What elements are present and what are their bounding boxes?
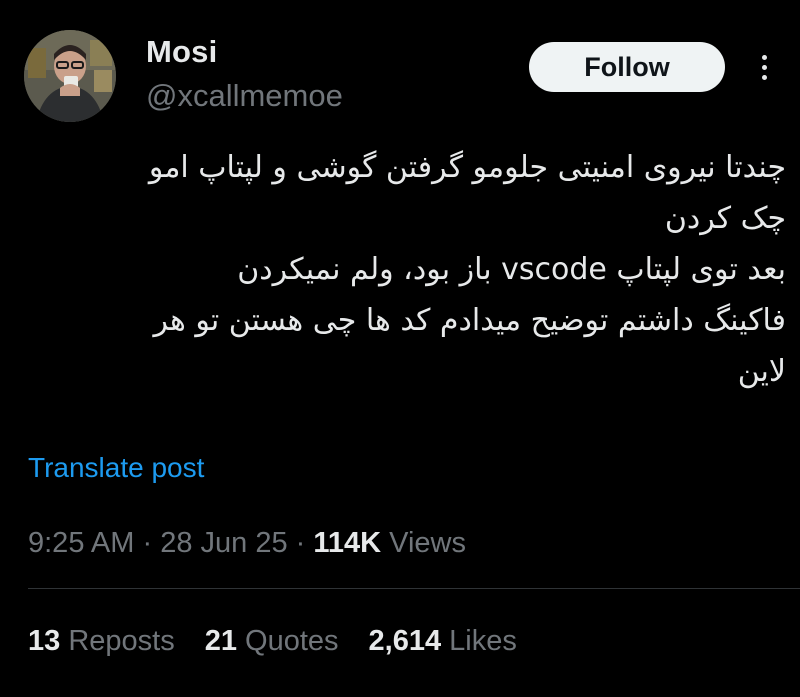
more-dot (761, 64, 767, 70)
quotes-stat[interactable]: 21 Quotes (205, 625, 339, 658)
meta-separator: · (134, 527, 161, 559)
tweet-text-line: فاکینگ داشتم توضیح میدادم کد ها چی هستن … (153, 303, 786, 338)
tweet-text: چندتا نیروی امنیتی جلومو گرفتن گوشی و لپ… (24, 142, 786, 397)
more-dot (761, 74, 767, 80)
post-date[interactable]: 28 Jun 25 (160, 527, 287, 559)
post-time[interactable]: 9:25 AM (28, 527, 134, 559)
tweet-text-line: چک کردن (664, 201, 786, 236)
likes-count: 2,614 (368, 625, 442, 657)
reposts-count: 13 (28, 625, 61, 657)
views-count[interactable]: 114K (313, 527, 381, 559)
translate-post-link[interactable]: Translate post (28, 452, 204, 484)
tweet-detail: Mosi @xcallmemoe Follow چندتا نیروی امنی… (0, 0, 800, 697)
avatar[interactable] (24, 30, 116, 122)
more-dot (761, 54, 767, 60)
user-avatar-photo-icon (24, 30, 116, 122)
quotes-count: 21 (204, 625, 237, 657)
reposts-stat[interactable]: 13 Reposts (28, 625, 175, 658)
views-label[interactable]: Views (381, 527, 466, 559)
author-display-name[interactable]: Mosi (146, 34, 217, 70)
likes-label: Likes (441, 625, 517, 657)
tweet-text-line: بعد توی لپتاپ vscode باز بود، ولم نمیکرد… (237, 252, 786, 287)
reposts-label: Reposts (60, 625, 175, 657)
tweet-text-line: لاین (737, 354, 786, 389)
tweet-text-line: چندتا نیروی امنیتی جلومو گرفتن گوشی و لپ… (148, 150, 786, 185)
likes-stat[interactable]: 2,614 Likes (369, 625, 517, 658)
more-vertical-icon[interactable] (752, 47, 776, 87)
meta-separator: · (287, 527, 314, 559)
follow-button[interactable]: Follow (529, 42, 725, 92)
engagement-stats: 13 Reposts 21 Quotes 2,614 Likes (28, 625, 517, 658)
divider (28, 588, 800, 589)
quotes-label: Quotes (236, 625, 339, 657)
author-handle[interactable]: @xcallmemoe (146, 78, 343, 114)
tweet-metadata: 9:25 AM · 28 Jun 25 · 114K Views (28, 527, 466, 560)
